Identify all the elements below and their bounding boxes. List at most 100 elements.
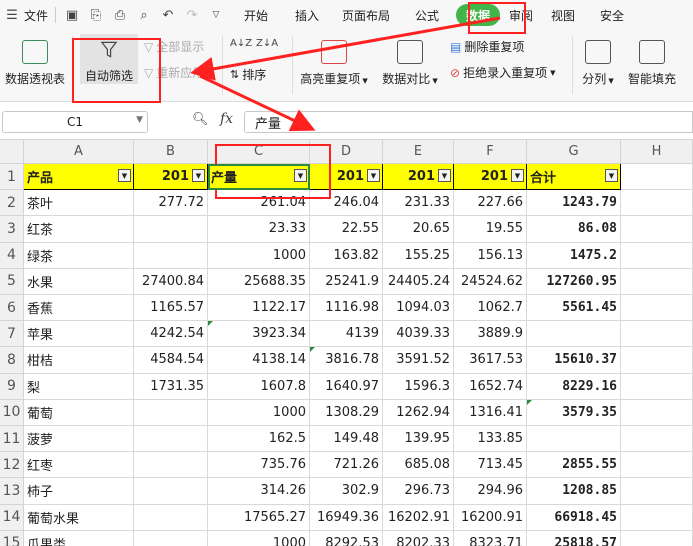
cell-e3[interactable]: 20.65 bbox=[383, 216, 454, 243]
header-cell-e[interactable]: 201 ▼ bbox=[383, 164, 454, 191]
cell-g11[interactable] bbox=[527, 426, 621, 453]
cell-d12[interactable]: 721.26 bbox=[310, 452, 383, 479]
cell-g12[interactable]: 2855.55 bbox=[527, 452, 621, 479]
cell-f2[interactable]: 227.66 bbox=[454, 190, 527, 217]
cell-c5[interactable]: 25688.35 bbox=[208, 268, 310, 295]
cell-e10[interactable]: 1262.94 bbox=[383, 399, 454, 426]
cell-e8[interactable]: 3591.52 bbox=[383, 347, 454, 374]
filter-dropdown-icon[interactable]: ▼ bbox=[192, 169, 205, 182]
menu-file[interactable]: 文件 bbox=[21, 0, 51, 30]
cell-a7[interactable]: 苹果 bbox=[24, 321, 134, 348]
cell-g13[interactable]: 1208.85 bbox=[527, 478, 621, 505]
filter-dropdown-icon[interactable]: ▼ bbox=[438, 169, 451, 182]
cell-b4[interactable] bbox=[134, 242, 208, 269]
cell-f9[interactable]: 1652.74 bbox=[454, 373, 527, 400]
cell-h5[interactable] bbox=[621, 268, 693, 295]
cell-g9[interactable]: 8229.16 bbox=[527, 373, 621, 400]
select-all-corner[interactable] bbox=[0, 140, 24, 164]
tab-page-layout[interactable]: 页面布局 bbox=[330, 0, 402, 30]
cell-d3[interactable]: 22.55 bbox=[310, 216, 383, 243]
export-icon[interactable]: ⎘ bbox=[84, 0, 108, 30]
tab-formula[interactable]: 公式 bbox=[402, 0, 452, 30]
column-header-c[interactable]: C bbox=[208, 140, 310, 164]
name-box[interactable]: C1 ▼ bbox=[2, 111, 148, 133]
cell-g5[interactable]: 127260.95 bbox=[527, 268, 621, 295]
cell-c12[interactable]: 735.76 bbox=[208, 452, 310, 479]
cell-c8[interactable]: 4138.14 bbox=[208, 347, 310, 374]
cell-b10[interactable] bbox=[134, 399, 208, 426]
cell-a9[interactable]: 梨 bbox=[24, 373, 134, 400]
cell-b7[interactable]: 4242.54 bbox=[134, 321, 208, 348]
cell-d14[interactable]: 16949.36 bbox=[310, 504, 383, 531]
cell-h15[interactable] bbox=[621, 530, 693, 546]
cell-d6[interactable]: 1116.98 bbox=[310, 295, 383, 322]
cell-f14[interactable]: 16200.91 bbox=[454, 504, 527, 531]
zoom-lookup-icon[interactable]: 🔍︎ bbox=[192, 112, 209, 127]
row-header-13[interactable]: 13 bbox=[0, 478, 24, 505]
header-cell-d[interactable]: 201 ▼ bbox=[310, 164, 383, 191]
split-column-button[interactable]: 分列 ▼ bbox=[578, 40, 618, 87]
column-header-d[interactable]: D bbox=[310, 140, 383, 164]
cell-f10[interactable]: 1316.41 bbox=[454, 399, 527, 426]
more-dropdown-icon[interactable]: ▽ bbox=[204, 0, 228, 30]
cell-e11[interactable]: 139.95 bbox=[383, 426, 454, 453]
column-header-a[interactable]: A bbox=[24, 140, 134, 164]
cell-f11[interactable]: 133.85 bbox=[454, 426, 527, 453]
cell-f15[interactable]: 8323.71 bbox=[454, 530, 527, 546]
hamburger-menu-icon[interactable]: ☰ bbox=[3, 0, 21, 30]
row-header-4[interactable]: 4 bbox=[0, 242, 24, 269]
cell-e12[interactable]: 685.08 bbox=[383, 452, 454, 479]
cell-a8[interactable]: 柑桔 bbox=[24, 347, 134, 374]
row-header-2[interactable]: 2 bbox=[0, 190, 24, 217]
column-header-e[interactable]: E bbox=[383, 140, 454, 164]
cell-e15[interactable]: 8202.33 bbox=[383, 530, 454, 546]
cell-h11[interactable] bbox=[621, 426, 693, 453]
cell-f4[interactable]: 156.13 bbox=[454, 242, 527, 269]
cell-g4[interactable]: 1475.2 bbox=[527, 242, 621, 269]
cell-a11[interactable]: 菠萝 bbox=[24, 426, 134, 453]
column-header-h[interactable]: H bbox=[621, 140, 693, 164]
reject-duplicates-button[interactable]: ⊘ 拒绝录入重复项 ▼ bbox=[450, 64, 555, 81]
filter-dropdown-icon[interactable]: ▼ bbox=[367, 169, 380, 182]
redo-icon[interactable]: ↷ bbox=[180, 0, 204, 30]
cell-a12[interactable]: 红枣 bbox=[24, 452, 134, 479]
cell-h3[interactable] bbox=[621, 216, 693, 243]
row-header-15[interactable]: 15 bbox=[0, 530, 24, 546]
save-icon[interactable]: ▣ bbox=[60, 0, 84, 30]
cell-e6[interactable]: 1094.03 bbox=[383, 295, 454, 322]
cell-d9[interactable]: 1640.97 bbox=[310, 373, 383, 400]
tab-view[interactable]: 视图 bbox=[538, 0, 588, 30]
column-header-f[interactable]: F bbox=[454, 140, 527, 164]
sort-ascending-button[interactable]: A↓Z bbox=[230, 38, 252, 49]
cell-b13[interactable] bbox=[134, 478, 208, 505]
cell-c9[interactable]: 1607.8 bbox=[208, 373, 310, 400]
filter-dropdown-icon[interactable]: ▼ bbox=[511, 169, 524, 182]
cell-b11[interactable] bbox=[134, 426, 208, 453]
cell-e13[interactable]: 296.73 bbox=[383, 478, 454, 505]
cell-a13[interactable]: 柿子 bbox=[24, 478, 134, 505]
cell-h2[interactable] bbox=[621, 190, 693, 217]
cell-e14[interactable]: 16202.91 bbox=[383, 504, 454, 531]
row-header-10[interactable]: 10 bbox=[0, 399, 24, 426]
cell-b2[interactable]: 277.72 bbox=[134, 190, 208, 217]
cell-c15[interactable]: 1000 bbox=[208, 530, 310, 546]
row-header-6[interactable]: 6 bbox=[0, 295, 24, 322]
cell-e2[interactable]: 231.33 bbox=[383, 190, 454, 217]
cell-f6[interactable]: 1062.7 bbox=[454, 295, 527, 322]
sort-descending-button[interactable]: Z↓A bbox=[256, 38, 278, 49]
header-cell-f[interactable]: 201 ▼ bbox=[454, 164, 527, 191]
cell-c13[interactable]: 314.26 bbox=[208, 478, 310, 505]
cell-a6[interactable]: 香蕉 bbox=[24, 295, 134, 322]
cell-h12[interactable] bbox=[621, 452, 693, 479]
pivot-table-button[interactable]: 数据透视表 bbox=[2, 40, 68, 87]
cell-b3[interactable] bbox=[134, 216, 208, 243]
cell-g8[interactable]: 15610.37 bbox=[527, 347, 621, 374]
cell-b15[interactable] bbox=[134, 530, 208, 546]
tab-security[interactable]: 安全 bbox=[588, 0, 636, 30]
cell-c6[interactable]: 1122.17 bbox=[208, 295, 310, 322]
cell-h1[interactable] bbox=[621, 164, 693, 191]
cell-c4[interactable]: 1000 bbox=[208, 242, 310, 269]
tab-insert[interactable]: 插入 bbox=[284, 0, 330, 30]
cell-e7[interactable]: 4039.33 bbox=[383, 321, 454, 348]
cell-d5[interactable]: 25241.9 bbox=[310, 268, 383, 295]
